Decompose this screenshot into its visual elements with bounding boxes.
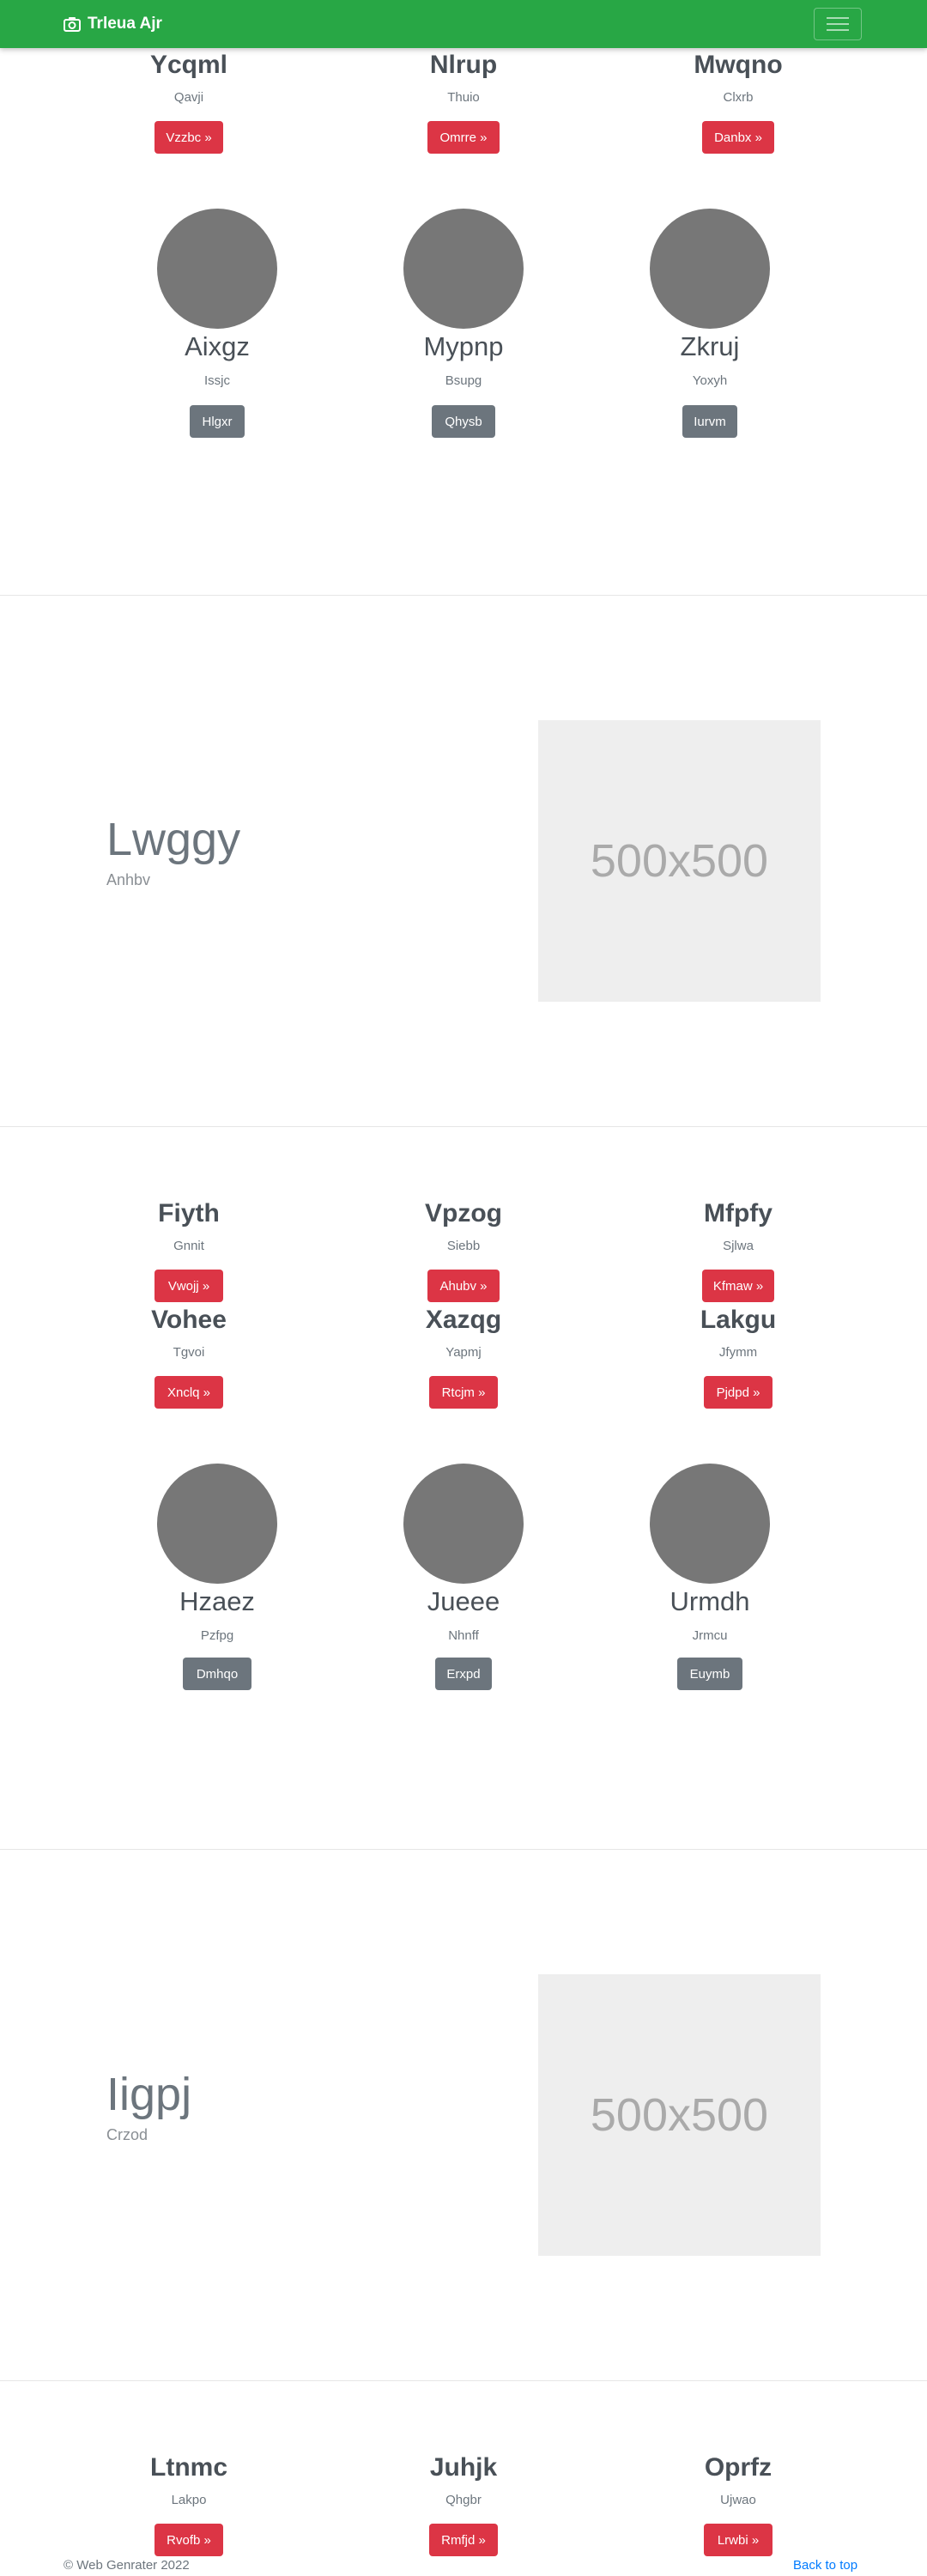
- section-divider: [0, 1849, 927, 1850]
- card-subtitle: Ujwao: [720, 2493, 756, 2507]
- person-button[interactable]: Qhysb: [432, 405, 495, 438]
- feature-title: Lwggy: [106, 814, 241, 865]
- feature-image-placeholder: 500x500: [538, 720, 821, 1002]
- person-subtitle: Nhnff: [448, 1628, 479, 1643]
- section-divider: [0, 2380, 927, 2381]
- avatar: [157, 1464, 277, 1584]
- back-to-top-link[interactable]: Back to top: [793, 2558, 857, 2573]
- card-title: Xazqg: [425, 1306, 502, 1334]
- card-action-button[interactable]: Pjdpd »: [704, 1376, 772, 1409]
- brand-link[interactable]: Trleua Ajr: [64, 14, 162, 34]
- person-button[interactable]: Euymb: [677, 1658, 742, 1690]
- card-action-button[interactable]: Lrwbi »: [704, 2524, 772, 2556]
- avatar: [403, 1464, 524, 1584]
- card-action-button[interactable]: Rtcjm »: [429, 1376, 498, 1409]
- person-subtitle: Pzfpg: [200, 1628, 234, 1643]
- card-title: Mwqno: [694, 51, 783, 79]
- person-button[interactable]: Iurvm: [682, 405, 737, 438]
- card-subtitle: Thuio: [447, 90, 480, 105]
- person-button[interactable]: Dmhqo: [183, 1658, 251, 1690]
- card-action-button[interactable]: Vzzbc »: [154, 121, 223, 154]
- card-subtitle: Jfymm: [718, 1345, 758, 1360]
- card-title: Nlrup: [429, 51, 498, 79]
- hamburger-icon: [827, 17, 849, 31]
- card-title: Oprfz: [704, 2453, 772, 2482]
- person-button[interactable]: Erxpd: [435, 1658, 492, 1690]
- card-action-button[interactable]: Vwojj »: [154, 1270, 223, 1302]
- card-subtitle: Yapmj: [445, 1345, 482, 1360]
- feature-image-placeholder: 500x500: [538, 1974, 821, 2256]
- person-name: Zkruj: [680, 331, 740, 361]
- person-name: Jueee: [427, 1586, 500, 1616]
- card-subtitle: Qavji: [173, 90, 204, 105]
- section-divider: [0, 595, 927, 596]
- navbar-toggle-button[interactable]: [814, 8, 862, 40]
- person-name: Hzaez: [179, 1586, 255, 1616]
- card-subtitle: Qhgbr: [445, 2493, 482, 2507]
- person-name: Aixgz: [185, 331, 250, 361]
- card-title: Vohee: [151, 1306, 227, 1334]
- card-action-button[interactable]: Xnclq »: [154, 1376, 223, 1409]
- card-subtitle: Gnnit: [173, 1239, 204, 1253]
- person-subtitle: Issjc: [204, 373, 230, 388]
- person-name: Urmdh: [670, 1586, 750, 1616]
- footer-copyright: © Web Genrater 2022: [64, 2558, 190, 2573]
- person-subtitle: Bsupg: [445, 373, 482, 388]
- person-name: Mypnp: [423, 331, 504, 361]
- card-action-button[interactable]: Omrre »: [427, 121, 500, 154]
- feature-subtitle: Crzod: [106, 2126, 148, 2143]
- card-action-button[interactable]: Rmfjd »: [429, 2524, 498, 2556]
- brand-label: Trleua Ajr: [88, 15, 162, 33]
- card-title: Ltnmc: [150, 2453, 227, 2482]
- card-title: Fiyth: [158, 1199, 220, 1227]
- card-action-button[interactable]: Ahubv »: [427, 1270, 500, 1302]
- card-subtitle: Sjlwa: [723, 1239, 754, 1253]
- card-title: Juhjk: [429, 2453, 498, 2482]
- avatar: [650, 209, 770, 329]
- person-button[interactable]: Hlgxr: [190, 405, 245, 438]
- person-subtitle: Yoxyh: [692, 373, 728, 388]
- card-subtitle: Lakpo: [171, 2493, 207, 2507]
- card-action-button[interactable]: Kfmaw »: [702, 1270, 774, 1302]
- avatar: [403, 209, 524, 329]
- card-action-button[interactable]: Rvofb »: [154, 2524, 223, 2556]
- card-subtitle: Clxrb: [723, 90, 754, 105]
- avatar: [157, 209, 277, 329]
- card-title: Mfpfy: [704, 1199, 772, 1227]
- card-title: Vpzog: [425, 1199, 502, 1227]
- card-title: Lakgu: [700, 1306, 777, 1334]
- navbar: Trleua Ajr: [0, 0, 927, 48]
- camera-icon: [64, 17, 81, 32]
- section-divider: [0, 1126, 927, 1127]
- card-action-button[interactable]: Danbx »: [702, 121, 774, 154]
- card-subtitle: Siebb: [446, 1239, 481, 1253]
- card-subtitle: Tgvoi: [173, 1345, 205, 1360]
- feature-subtitle: Anhbv: [106, 871, 151, 888]
- feature-title: Iigpj: [106, 2069, 192, 2120]
- avatar: [650, 1464, 770, 1584]
- card-title: Ycqml: [149, 51, 228, 79]
- person-subtitle: Jrmcu: [692, 1628, 728, 1643]
